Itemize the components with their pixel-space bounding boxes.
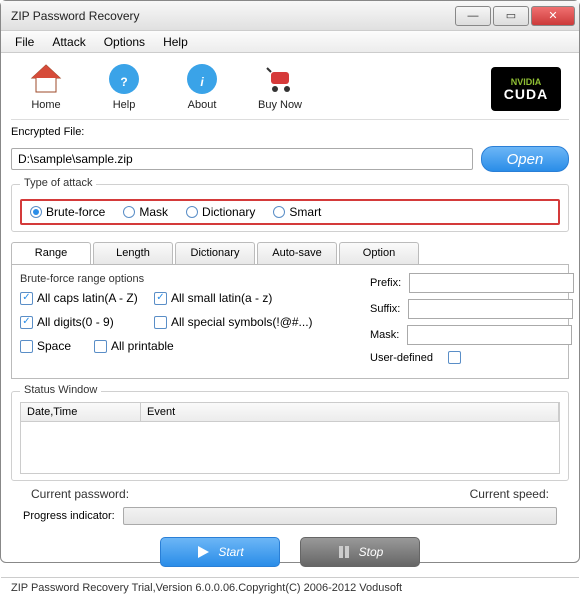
encrypted-file-input[interactable] (11, 148, 473, 170)
radio-smart[interactable]: Smart (273, 205, 321, 219)
cart-icon (262, 61, 298, 97)
menu-attack[interactable]: Attack (44, 33, 93, 51)
check-space[interactable]: Space (20, 339, 80, 353)
check-printable[interactable]: All printable (94, 339, 214, 353)
info-icon: i (184, 61, 220, 97)
window-controls: — ▭ ✕ (455, 6, 575, 26)
userdef-checkbox[interactable] (448, 351, 461, 364)
close-button[interactable]: ✕ (531, 6, 575, 26)
menu-help[interactable]: Help (155, 33, 196, 51)
progress-label: Progress indicator: (23, 510, 115, 522)
radio-brute-force[interactable]: Brute-force (30, 205, 105, 219)
userdef-label: User-defined (370, 352, 440, 364)
radio-dot-icon (186, 206, 198, 218)
check-small[interactable]: ✓All small latin(a - z) (154, 291, 274, 305)
menu-options[interactable]: Options (96, 33, 153, 51)
tab-option[interactable]: Option (339, 242, 419, 264)
status-body (20, 422, 560, 474)
checkbox-icon: ✓ (20, 316, 33, 329)
mask-label: Mask: (370, 329, 399, 341)
radio-dot-icon (123, 206, 135, 218)
footer: ZIP Password Recovery Trial,Version 6.0.… (1, 577, 579, 598)
maximize-button[interactable]: ▭ (493, 6, 529, 26)
titlebar: ZIP Password Recovery — ▭ ✕ (1, 1, 579, 31)
help-icon: ? (106, 61, 142, 97)
menu-file[interactable]: File (7, 33, 42, 51)
tabs: Range Length Dictionary Auto-save Option (11, 242, 569, 264)
radio-dot-icon (273, 206, 285, 218)
play-icon (196, 545, 210, 559)
status-col-event: Event (141, 403, 559, 421)
attack-type-row: Brute-force Mask Dictionary Smart (20, 199, 560, 225)
radio-dictionary[interactable]: Dictionary (186, 205, 255, 219)
checkbox-icon (20, 340, 33, 353)
tab-range[interactable]: Range (11, 242, 91, 264)
radio-mask[interactable]: Mask (123, 205, 168, 219)
pause-icon (337, 545, 351, 559)
toolbar-home[interactable]: Home (19, 61, 73, 111)
check-caps[interactable]: ✓All caps latin(A - Z) (20, 291, 140, 305)
menubar: File Attack Options Help (1, 31, 579, 53)
cuda-badge: NVIDIA CUDA (491, 67, 561, 111)
open-button[interactable]: Open (481, 146, 569, 172)
toolbar-help[interactable]: ? Help (97, 61, 151, 111)
attack-type-label: Type of attack (20, 177, 96, 189)
prefix-label: Prefix: (370, 277, 401, 289)
checkbox-icon: ✓ (154, 292, 167, 305)
minimize-button[interactable]: — (455, 6, 491, 26)
status-window-label: Status Window (20, 384, 101, 396)
tab-autosave[interactable]: Auto-save (257, 242, 337, 264)
current-speed-label: Current speed: (470, 487, 549, 501)
toolbar-about[interactable]: i About (175, 61, 229, 111)
check-symbols[interactable]: All special symbols(!@#...) (154, 315, 314, 329)
status-col-datetime: Date,Time (21, 403, 141, 421)
status-header: Date,Time Event (20, 402, 560, 422)
checkbox-icon: ✓ (20, 292, 33, 305)
window-title: ZIP Password Recovery (11, 9, 455, 23)
toolbar-buynow[interactable]: Buy Now (253, 61, 307, 111)
checkbox-icon (94, 340, 107, 353)
current-password-label: Current password: (31, 487, 129, 501)
check-digits[interactable]: ✓All digits(0 - 9) (20, 315, 140, 329)
radio-dot-icon (30, 206, 42, 218)
suffix-label: Suffix: (370, 303, 400, 315)
encrypted-file-label: Encrypted File: (11, 126, 569, 138)
suffix-input[interactable] (408, 299, 573, 319)
svg-text:?: ? (120, 75, 127, 89)
tab-length[interactable]: Length (93, 242, 173, 264)
mask-input[interactable] (407, 325, 572, 345)
home-icon (28, 61, 64, 97)
toolbar: Home ? Help i About Buy Now NVIDIA CUDA (11, 59, 569, 120)
checkbox-icon (154, 316, 167, 329)
range-heading: Brute-force range options (20, 273, 350, 285)
prefix-input[interactable] (409, 273, 574, 293)
tab-dictionary[interactable]: Dictionary (175, 242, 255, 264)
tab-body-range: Brute-force range options ✓All caps lati… (11, 264, 569, 379)
progress-bar (123, 507, 557, 525)
